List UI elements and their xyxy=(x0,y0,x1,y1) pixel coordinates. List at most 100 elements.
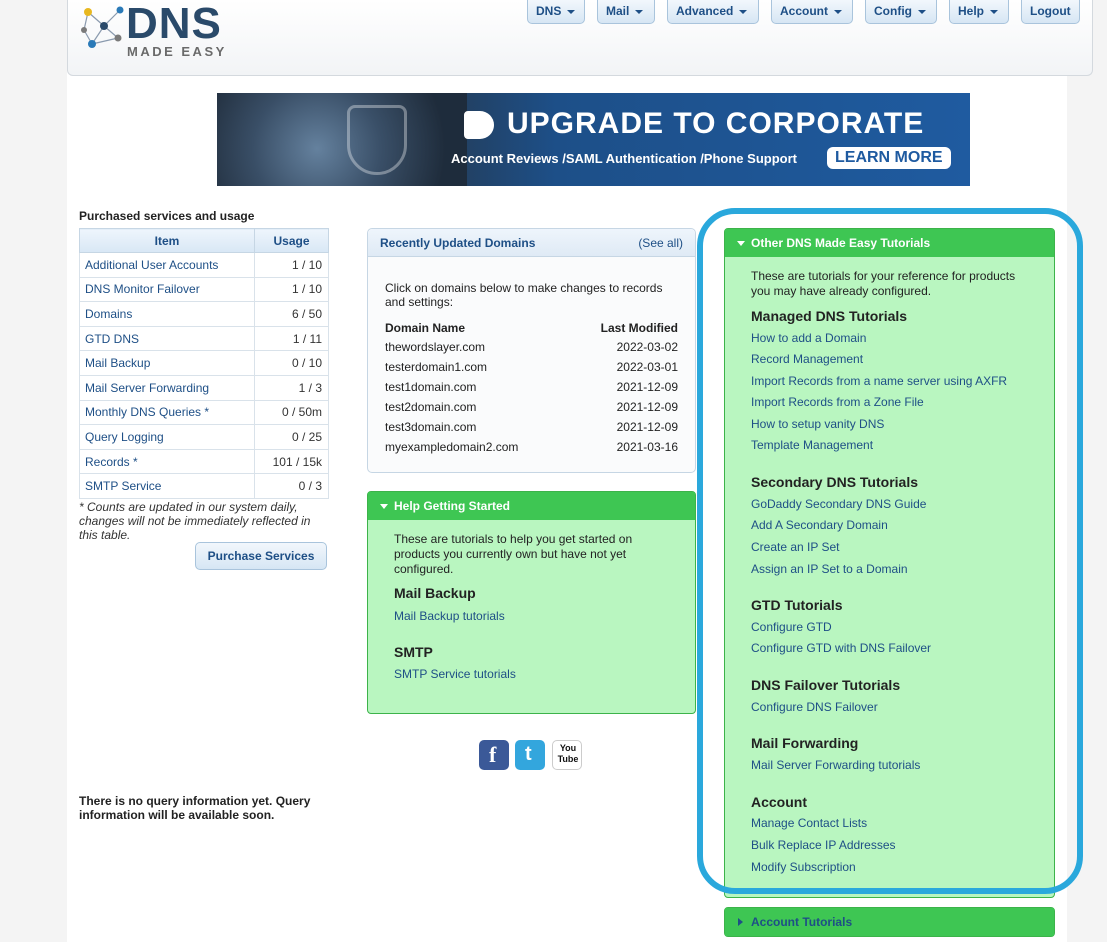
panel-intro: Click on domains below to make changes t… xyxy=(385,281,663,309)
chevron-down-icon xyxy=(834,9,842,14)
facebook-icon[interactable]: f xyxy=(479,740,509,770)
query-info-message: There is no query information yet. Query… xyxy=(79,794,311,822)
nav-mail-label: Mail xyxy=(606,4,630,18)
table-row: GTD DNS 1 / 11 xyxy=(79,325,329,352)
usage-value: 101 / 15k xyxy=(254,448,329,475)
upgrade-banner[interactable]: UPGRADE TO CORPORATE Account Reviews /SA… xyxy=(217,93,970,186)
modified-date: 2021-03-16 xyxy=(616,440,678,454)
account-panel-header[interactable]: Account Tutorials xyxy=(725,908,1054,936)
nav-dns[interactable]: DNS xyxy=(527,0,585,24)
domain-list-header: Domain Name Last Modified xyxy=(385,321,678,335)
usage-item-link[interactable]: Records * xyxy=(79,448,255,475)
help-section-heading: Mail Backup xyxy=(394,585,476,601)
domain-link[interactable]: test1domain.com xyxy=(385,380,476,394)
modified-date: 2022-03-02 xyxy=(616,340,678,354)
account-panel-title: Account Tutorials xyxy=(751,915,853,929)
usage-item-link[interactable]: GTD DNS xyxy=(79,325,255,352)
nav-logout-label: Logout xyxy=(1030,4,1071,18)
domain-link[interactable]: test2domain.com xyxy=(385,400,476,414)
dns-made-easy-logo[interactable]: DNS MADE EASY xyxy=(80,0,240,62)
table-row: Records * 101 / 15k xyxy=(79,448,329,475)
banner-subline: Account Reviews /SAML Authentication /Ph… xyxy=(451,151,797,166)
usage-value: 0 / 50m xyxy=(254,399,329,426)
nav-config-label: Config xyxy=(874,4,912,18)
youtube-icon[interactable]: You Tube xyxy=(552,740,582,770)
logo-text: DNS xyxy=(126,0,222,48)
domain-link[interactable]: myexampledomain2.com xyxy=(385,440,518,454)
usage-table: Item Usage Additional User Accounts 1 / 1… xyxy=(79,228,329,499)
usage-item-link[interactable]: Mail Server Forwarding xyxy=(79,374,255,401)
table-row: Mail Backup 0 / 10 xyxy=(79,350,329,376)
usage-note: * Counts are updated in our system daily… xyxy=(79,500,311,542)
table-row: Additional User Accounts 1 / 10 xyxy=(79,252,329,278)
list-item[interactable]: test3domain.com 2021-12-09 xyxy=(385,420,678,434)
table-row: SMTP Service 0 / 3 xyxy=(79,473,329,499)
nav-help-label: Help xyxy=(958,4,985,18)
account-tutorials-panel[interactable]: Account Tutorials xyxy=(724,907,1055,937)
usage-value: 6 / 50 xyxy=(254,301,329,327)
domain-link[interactable]: test3domain.com xyxy=(385,420,476,434)
chevron-down-icon xyxy=(635,9,644,14)
facebook-glyph: f xyxy=(489,742,497,767)
table-row: DNS Monitor Failover 1 / 10 xyxy=(79,276,329,303)
nav-logout[interactable]: Logout xyxy=(1021,0,1080,24)
chevron-down-icon xyxy=(567,9,576,14)
list-item[interactable]: test2domain.com 2021-12-09 xyxy=(385,400,678,414)
highlight-annotation xyxy=(697,208,1083,894)
nav-mail[interactable]: Mail xyxy=(597,0,655,24)
list-item[interactable]: thewordslayer.com 2022-03-02 xyxy=(385,340,678,354)
usage-value: 1 / 10 xyxy=(254,276,329,303)
usage-item-link[interactable]: DNS Monitor Failover xyxy=(79,276,255,303)
column-header-usage[interactable]: Usage xyxy=(254,228,329,253)
expand-arrow-icon xyxy=(738,918,743,926)
twitter-glyph: t xyxy=(525,743,532,765)
chevron-down-icon xyxy=(739,9,748,14)
nav-account[interactable]: Account xyxy=(771,0,853,24)
panel-header: Recently Updated Domains (See all) xyxy=(368,229,695,257)
nav-config[interactable]: Config xyxy=(865,0,937,24)
table-row: Domains 6 / 50 xyxy=(79,301,329,327)
modified-date: 2022-03-01 xyxy=(616,360,678,374)
help-panel-header[interactable]: Help Getting Started xyxy=(368,492,695,520)
list-item[interactable]: testerdomain1.com 2022-03-01 xyxy=(385,360,678,374)
twitter-icon[interactable]: t xyxy=(515,740,545,770)
table-row: Mail Server Forwarding 1 / 3 xyxy=(79,374,329,401)
learn-more-button[interactable]: LEARN MORE xyxy=(827,147,951,169)
chevron-down-icon xyxy=(918,9,926,14)
table-row: Query Logging 0 / 25 xyxy=(79,424,329,450)
shield-icon xyxy=(347,105,407,175)
usage-value: 0 / 3 xyxy=(254,473,329,499)
usage-value: 1 / 3 xyxy=(254,374,329,401)
chevron-down-icon xyxy=(990,9,999,14)
column-header-item[interactable]: Item xyxy=(79,228,255,253)
help-section-heading: SMTP xyxy=(394,644,433,660)
mail-backup-tutorials-link[interactable]: Mail Backup tutorials xyxy=(394,609,505,623)
help-intro: These are tutorials to help you get star… xyxy=(394,532,633,576)
nav-advanced[interactable]: Advanced xyxy=(667,0,759,24)
usage-value: 0 / 25 xyxy=(254,424,329,450)
network-logo-icon xyxy=(81,6,124,48)
usage-value: 0 / 10 xyxy=(254,350,329,376)
list-item[interactable]: test1domain.com 2021-12-09 xyxy=(385,380,678,394)
see-all-link[interactable]: (See all) xyxy=(638,236,683,250)
modified-date: 2021-12-09 xyxy=(616,380,678,394)
usage-item-link[interactable]: Mail Backup xyxy=(79,350,255,376)
nav-help[interactable]: Help xyxy=(949,0,1009,24)
purchase-services-button[interactable]: Purchase Services xyxy=(195,542,327,570)
list-item[interactable]: myexampledomain2.com 2021-03-16 xyxy=(385,440,678,454)
usage-value: 1 / 11 xyxy=(254,325,329,352)
usage-item-link[interactable]: Domains xyxy=(79,301,255,327)
domain-link[interactable]: thewordslayer.com xyxy=(385,340,485,354)
usage-item-link[interactable]: Monthly DNS Queries * xyxy=(79,399,255,426)
modified-date: 2021-12-09 xyxy=(616,400,678,414)
smtp-tutorials-link[interactable]: SMTP Service tutorials xyxy=(394,667,516,681)
usage-item-link[interactable]: Query Logging xyxy=(79,424,255,450)
usage-item-link[interactable]: Additional User Accounts xyxy=(79,252,255,278)
table-row: Monthly DNS Queries * 0 / 50m xyxy=(79,399,329,426)
modified-date: 2021-12-09 xyxy=(616,420,678,434)
help-getting-started-panel: Help Getting Started These are tutorials… xyxy=(367,491,696,714)
usage-item-link[interactable]: SMTP Service xyxy=(79,473,255,499)
column-header-modified: Last Modified xyxy=(600,321,678,335)
youtube-glyph: You Tube xyxy=(557,743,579,764)
domain-link[interactable]: testerdomain1.com xyxy=(385,360,487,374)
